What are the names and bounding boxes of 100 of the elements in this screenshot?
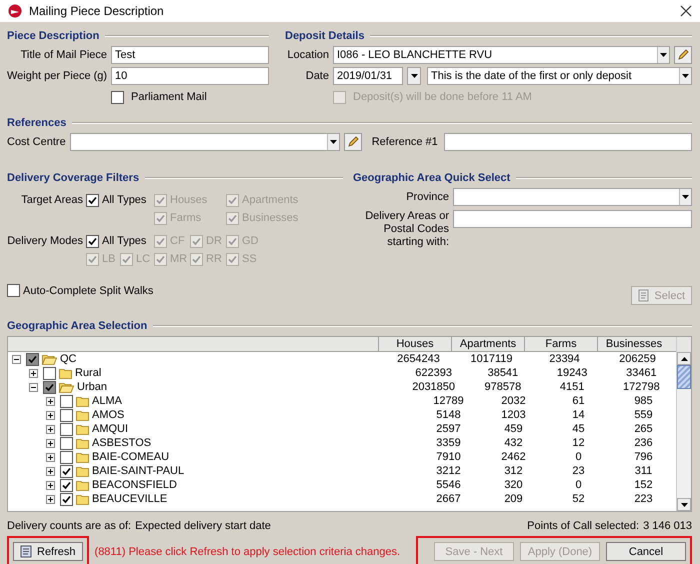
info-value: Expected delivery start date bbox=[135, 520, 271, 532]
folder-icon bbox=[76, 396, 89, 406]
checkbox[interactable] bbox=[60, 492, 73, 506]
input-field[interactable] bbox=[453, 210, 692, 228]
checkbox-label: LC bbox=[136, 253, 150, 265]
field-label: Cost Centre bbox=[7, 136, 66, 148]
pencil-icon bbox=[677, 49, 689, 61]
tree-node-label[interactable]: BAIE-SAINT-PAUL bbox=[92, 465, 184, 477]
section-heading: Delivery Coverage Filters bbox=[7, 172, 140, 184]
table-cell-text: 209 bbox=[503, 493, 524, 505]
checkbox[interactable] bbox=[86, 234, 99, 248]
tree-node-label[interactable]: Urban bbox=[77, 381, 107, 393]
field-label: Title of Mail Piece bbox=[20, 49, 107, 61]
expand-icon[interactable] bbox=[46, 466, 55, 476]
date-field[interactable]: 2019/01/31 bbox=[333, 67, 403, 85]
close-icon[interactable] bbox=[680, 5, 692, 17]
edit-button[interactable] bbox=[674, 46, 692, 64]
tree-node-label[interactable]: BEAUCEVILLE bbox=[92, 493, 168, 505]
checkbox-label: Parliament Mail bbox=[131, 91, 207, 103]
tree-node-label[interactable]: QC bbox=[60, 353, 76, 365]
checkbox[interactable] bbox=[43, 380, 56, 394]
checkbox[interactable] bbox=[26, 352, 39, 366]
tree-node-label[interactable]: BEACONSFIELD bbox=[92, 479, 177, 491]
checkbox[interactable] bbox=[111, 90, 124, 104]
tree-node-label[interactable]: Rural bbox=[75, 367, 102, 379]
expand-icon[interactable] bbox=[29, 368, 38, 378]
table-cell-text: 2654243 bbox=[396, 353, 441, 365]
tree-node-label[interactable]: ASBESTOS bbox=[92, 437, 152, 449]
folder-icon bbox=[76, 466, 89, 476]
dropdown-arrow-icon bbox=[410, 74, 418, 78]
app-icon bbox=[8, 4, 22, 18]
input-field[interactable] bbox=[444, 133, 692, 151]
scroll-down-button[interactable] bbox=[677, 498, 691, 511]
up-arrow-icon bbox=[680, 356, 688, 360]
tree-node-label[interactable]: BAIE-COMEAU bbox=[92, 451, 170, 463]
section-heading: Piece Description bbox=[7, 30, 100, 42]
checkbox[interactable] bbox=[60, 464, 73, 478]
checkbox[interactable] bbox=[43, 366, 56, 380]
edit-button[interactable] bbox=[344, 133, 362, 151]
checkbox[interactable] bbox=[60, 436, 73, 450]
tree-node-label[interactable]: AMQUI bbox=[92, 423, 128, 435]
scroll-thumb[interactable] bbox=[677, 365, 691, 389]
checkbox-label: RR bbox=[206, 253, 222, 265]
field-label: Reference #1 bbox=[372, 136, 438, 148]
info-value: 3 146 013 bbox=[643, 520, 692, 532]
expand-icon[interactable] bbox=[46, 494, 55, 504]
table-cell-text: 19243 bbox=[556, 367, 588, 379]
table-cell-text: 432 bbox=[503, 437, 524, 449]
refresh-button[interactable]: Refresh bbox=[13, 542, 83, 561]
tree-node-label[interactable]: AMOS bbox=[92, 409, 124, 421]
checkbox[interactable] bbox=[60, 408, 73, 422]
collapse-icon[interactable] bbox=[29, 382, 38, 392]
document-icon bbox=[638, 289, 650, 302]
tree-node-label[interactable]: ALMA bbox=[92, 395, 122, 407]
table-cell-text: 5148 bbox=[435, 409, 462, 421]
column-header[interactable]: Houses bbox=[378, 337, 451, 351]
input-field[interactable]: 10 bbox=[111, 67, 269, 85]
table-cell-text: 12 bbox=[571, 437, 586, 449]
scroll-up-button[interactable] bbox=[677, 352, 691, 365]
checkbox[interactable] bbox=[7, 284, 20, 297]
field-label: Province bbox=[405, 191, 449, 203]
table-cell-text: 2031850 bbox=[411, 381, 456, 393]
group-label: Target Areas bbox=[20, 193, 84, 208]
checkbox-label: MR bbox=[170, 253, 188, 265]
table-cell-text: 4151 bbox=[558, 381, 586, 393]
checkbox-label: Farms bbox=[170, 212, 202, 224]
checkbox[interactable] bbox=[60, 422, 73, 436]
province-dropdown[interactable] bbox=[453, 188, 692, 206]
expand-icon[interactable] bbox=[46, 452, 55, 462]
checkbox[interactable] bbox=[60, 478, 73, 492]
location-dropdown[interactable]: I086 - LEO BLANCHETTE RVU bbox=[333, 46, 670, 64]
table-cell-text: 265 bbox=[633, 423, 654, 435]
expand-icon[interactable] bbox=[46, 480, 55, 490]
table-cell-text: 236 bbox=[633, 437, 654, 449]
field-label: Location bbox=[286, 49, 329, 61]
down-arrow-icon bbox=[680, 502, 688, 506]
dropdown-arrow-icon bbox=[682, 195, 689, 199]
folder-icon bbox=[76, 424, 89, 434]
dialog-button[interactable]: Cancel bbox=[606, 542, 686, 561]
checkbox-label: CF bbox=[170, 235, 185, 247]
deposit-type-dropdown[interactable]: This is the date of the first or only deposit bbox=[427, 67, 692, 85]
table-cell-text: 796 bbox=[633, 451, 654, 463]
collapse-icon[interactable] bbox=[12, 354, 21, 364]
column-header[interactable]: Businesses bbox=[597, 337, 670, 351]
field-label: Delivery Areas or Postal Codes starting with: bbox=[364, 210, 449, 249]
date-dropdown-button[interactable] bbox=[407, 67, 421, 85]
expand-icon[interactable] bbox=[46, 396, 55, 406]
checkbox[interactable] bbox=[86, 194, 99, 206]
checkbox-label: Businesses bbox=[242, 212, 298, 224]
checkbox[interactable] bbox=[60, 394, 73, 408]
checkbox[interactable] bbox=[60, 450, 73, 464]
expand-icon[interactable] bbox=[46, 438, 55, 448]
column-header[interactable]: Apartments bbox=[451, 337, 524, 351]
checkbox-label: LB bbox=[102, 253, 116, 265]
folder-icon bbox=[76, 410, 89, 420]
input-field[interactable]: Test bbox=[111, 46, 269, 64]
expand-icon[interactable] bbox=[46, 424, 55, 434]
column-header[interactable]: Farms bbox=[524, 337, 597, 351]
pencil-icon bbox=[346, 136, 359, 148]
expand-icon[interactable] bbox=[46, 410, 55, 420]
